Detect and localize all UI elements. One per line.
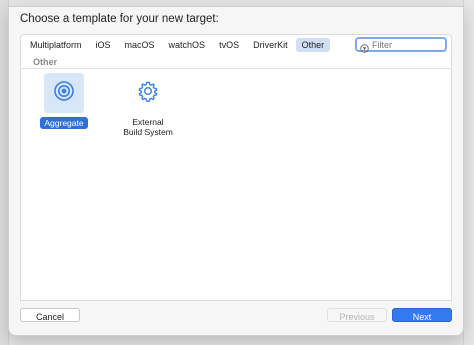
previous-button[interactable]: Previous [327,308,387,322]
tab-tvos[interactable]: tvOS [213,38,245,52]
tab-ios[interactable]: iOS [90,38,117,52]
filter-input[interactable] [369,39,442,50]
background-right-edge [463,0,474,345]
aggregate-target-icon [53,80,75,107]
section-header: Other [21,55,451,69]
sheet-title: Choose a template for your new target: [20,13,219,25]
template-label-external-build-system: External Build System [119,116,177,138]
platform-tab-bar: Multiplatform iOS macOS watchOS tvOS Dri… [20,34,452,56]
template-chooser-sheet: Choose a template for your new target: M… [8,6,464,336]
filter-field[interactable] [355,37,447,53]
template-list: Other Aggregate External Build System [20,55,452,301]
external-build-icon-tile [128,73,168,113]
gear-icon [137,80,159,107]
filter-icon [360,40,369,53]
tab-macos[interactable]: macOS [119,38,161,52]
template-external-build-system[interactable]: External Build System [105,73,191,143]
next-button[interactable]: Next [392,308,452,322]
cancel-button[interactable]: Cancel [20,308,80,322]
platform-tabs: Multiplatform iOS macOS watchOS tvOS Dri… [24,38,331,52]
tab-multiplatform[interactable]: Multiplatform [24,38,88,52]
template-aggregate[interactable]: Aggregate [21,73,107,143]
tab-other[interactable]: Other [295,38,331,52]
tab-driverkit[interactable]: DriverKit [247,38,294,52]
template-label-aggregate: Aggregate [40,117,88,129]
template-label-line2: Build System [123,127,173,137]
section-title: Other [33,57,58,67]
tab-watchos[interactable]: watchOS [163,38,212,52]
template-label-line1: External [132,117,164,127]
aggregate-icon-tile [44,73,84,113]
